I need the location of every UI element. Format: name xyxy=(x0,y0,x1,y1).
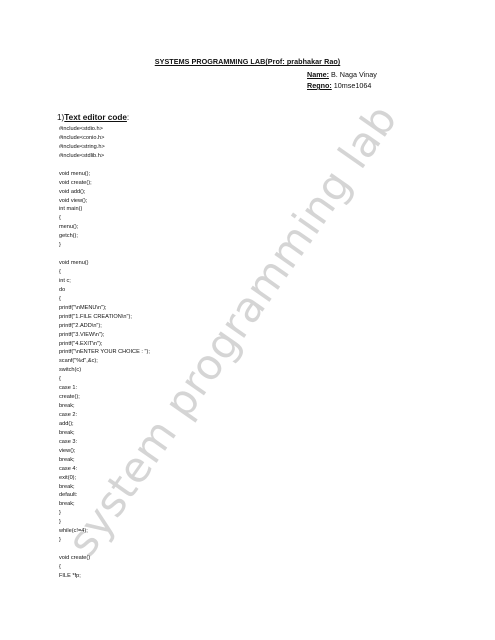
code-line: scanf("%d",&c); xyxy=(59,358,98,365)
code-line: void create() xyxy=(59,555,91,561)
code-line: { xyxy=(59,295,61,302)
code-line: getch(); xyxy=(59,233,78,240)
code-line: void menu(); xyxy=(59,170,91,177)
document-title: SYSTEMS PROGRAMMING LAB(Prof: prabhakar … xyxy=(154,57,341,66)
code-line: exit(0); xyxy=(59,474,77,481)
code-line: add(); xyxy=(59,420,74,427)
code-line: #include<string.h> xyxy=(59,143,105,150)
code-line: } xyxy=(59,242,61,249)
code-line: create(); xyxy=(59,394,80,401)
code-line: break; xyxy=(59,456,75,463)
code-line: void view(); xyxy=(59,197,88,204)
code-line: } xyxy=(59,537,61,544)
code-line: int c; xyxy=(59,277,71,284)
code-line: { xyxy=(59,563,61,570)
code-line: switch(c) xyxy=(59,367,82,374)
regno-value: 10mse1064 xyxy=(333,81,372,90)
code-line: } xyxy=(59,510,61,517)
code-line: case 2: xyxy=(59,412,78,418)
code-line: int main() xyxy=(59,206,83,213)
code-line: printf("3.VIEW\n"); xyxy=(59,331,105,338)
code-line: case 4: xyxy=(59,465,78,472)
code-line: void create(); xyxy=(59,179,92,186)
regno-line: Regno: 10mse1064 xyxy=(307,81,371,90)
regno-label: Regno: xyxy=(307,81,332,90)
code-line: printf("4.EXIT\n"); xyxy=(59,340,103,347)
code-line: case 1: xyxy=(59,385,78,392)
code-line: printf("2.ADD\n"); xyxy=(59,322,102,329)
code-line: break; xyxy=(59,429,75,436)
name-value: B. Naga Vinay xyxy=(330,70,377,79)
code-line: #include<stdlib.h> xyxy=(59,152,105,159)
code-line: view(); xyxy=(59,447,76,454)
code-line: FILE *fp; xyxy=(59,572,81,579)
section-title: Text editor code xyxy=(64,113,127,122)
name-line: Name: B. Naga Vinay xyxy=(307,70,377,79)
code-line: while(c!=4); xyxy=(59,528,88,535)
code-line: #include<conio.h> xyxy=(59,134,105,141)
section-colon: : xyxy=(126,113,130,122)
code-line: { xyxy=(59,269,61,275)
code-line: do xyxy=(59,286,66,293)
name-label: Name: xyxy=(307,70,329,79)
code-line: case 3: xyxy=(59,438,78,445)
code-line: void menu() xyxy=(59,260,89,267)
section-heading: 1)Text editor code: xyxy=(57,113,129,122)
document-page: system programming lab SYSTEMS PROGRAMMI… xyxy=(0,0,495,640)
code-line: } xyxy=(59,519,61,526)
code-line: printf("\nENTER YOUR CHOICE : "); xyxy=(59,349,150,356)
code-line: printf("\nMENU\n"); xyxy=(59,304,107,311)
code-line: { xyxy=(59,376,61,383)
code-line: menu(); xyxy=(59,224,79,231)
code-line: default: xyxy=(59,492,78,499)
code-line: break; xyxy=(59,483,75,490)
code-line: printf("1.FILE CREATION\n"); xyxy=(59,313,132,320)
code-block: #include<stdio.h> #include<conio.h> #inclu… xyxy=(59,125,359,581)
code-line: break; xyxy=(59,403,75,410)
code-line: { xyxy=(59,215,61,222)
code-line: #include<stdio.h> xyxy=(59,126,103,132)
code-line: break; xyxy=(59,501,75,508)
code-line: void add(); xyxy=(59,188,86,195)
